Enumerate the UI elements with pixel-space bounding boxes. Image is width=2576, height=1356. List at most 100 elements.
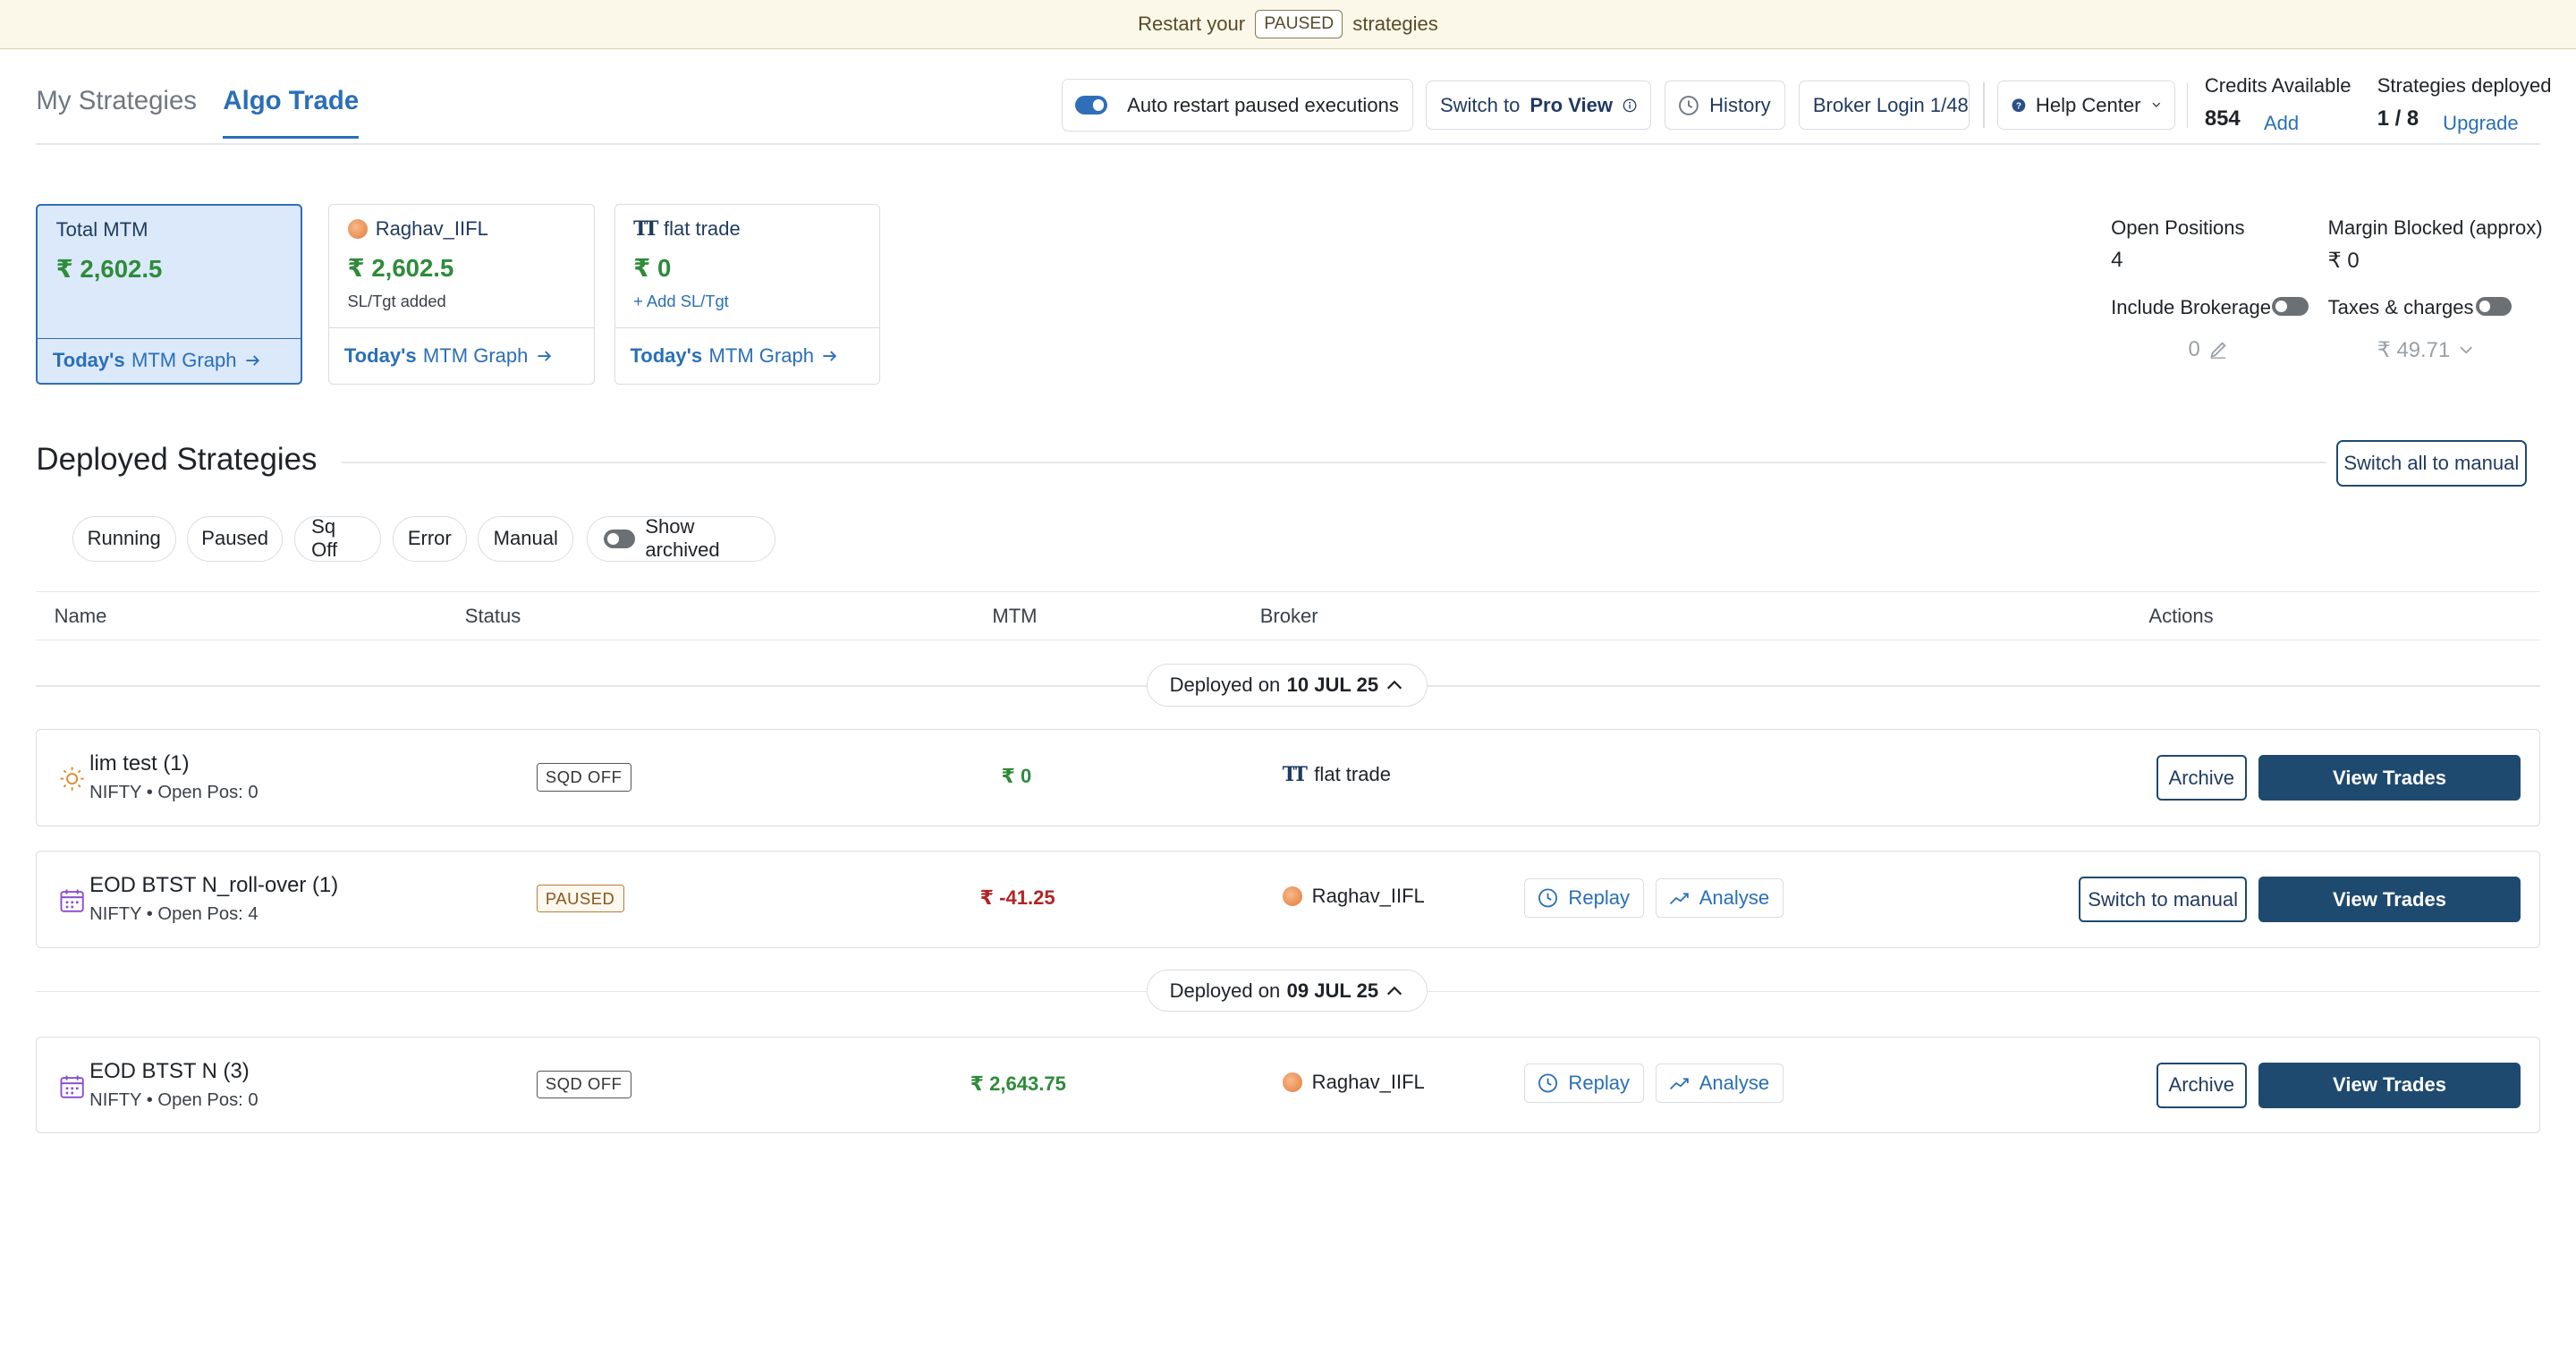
paused-badge[interactable]: PAUSED bbox=[1255, 10, 1343, 38]
broker-mtm-card[interactable]: Raghav_IIFL ₹ 2,602.5 SL/Tgt added Today… bbox=[328, 203, 595, 385]
tab-algo-trade[interactable]: Algo Trade bbox=[223, 86, 360, 139]
sl-tgt-status: SL/Tgt added bbox=[347, 292, 446, 311]
filter-running[interactable]: Running bbox=[72, 515, 176, 563]
todays-label: Today's bbox=[630, 344, 703, 368]
strategy-name[interactable]: EOD BTST N (3) bbox=[89, 1059, 250, 1084]
toggle-on-icon[interactable] bbox=[1075, 96, 1108, 114]
history-button[interactable]: History bbox=[1664, 80, 1786, 131]
strategies-deployed-value: 1 / 8 bbox=[2377, 106, 2419, 131]
mtm-value: ₹ 0 bbox=[1001, 765, 1032, 788]
taxes-charges-toggle[interactable] bbox=[2475, 297, 2512, 316]
margin-blocked-label: Margin Blocked (approx) bbox=[2327, 216, 2543, 240]
total-mtm-card[interactable]: Total MTM ₹ 2,602.5 Today's MTM Graph bbox=[36, 203, 302, 385]
card-amount: ₹ 2,602.5 bbox=[347, 253, 454, 282]
clock-icon bbox=[1538, 1073, 1558, 1093]
table-row[interactable]: EOD BTST N (3) NIFTY • Open Pos: 0 SQD O… bbox=[36, 1036, 2540, 1134]
upgrade-link[interactable]: Upgrade bbox=[2443, 112, 2519, 135]
analyse-button[interactable]: Analyse bbox=[1655, 877, 1784, 918]
switch-all-to-manual-button[interactable]: Switch all to manual bbox=[2335, 440, 2527, 487]
taxes-value[interactable]: ₹ 49.71 bbox=[2377, 337, 2475, 363]
chevron-up-icon bbox=[1387, 986, 1402, 995]
group-prefix: Deployed on bbox=[1169, 979, 1281, 1002]
table-row[interactable]: lim test (1) NIFTY • Open Pos: 0 SQD OFF… bbox=[36, 729, 2540, 826]
todays-label: Today's bbox=[343, 344, 417, 368]
view-trades-button[interactable]: View Trades bbox=[2258, 755, 2521, 801]
brokerage-amount: 0 bbox=[2188, 336, 2200, 361]
switch-pro-view-button[interactable]: Switch to Pro View bbox=[1426, 80, 1651, 131]
chevron-down-icon bbox=[2460, 346, 2473, 354]
edit-icon[interactable] bbox=[2208, 340, 2228, 360]
flat-trade-logo-icon: TT bbox=[1282, 763, 1308, 787]
archive-button[interactable]: Archive bbox=[2156, 1062, 2247, 1108]
broker-cell: Raghav_IIFL bbox=[1282, 885, 1425, 908]
auto-restart-toggle[interactable]: Auto restart paused executions bbox=[1061, 79, 1413, 131]
mtm-graph-label: MTM Graph bbox=[708, 344, 815, 368]
taxes-charges-label: Taxes & charges bbox=[2327, 295, 2474, 318]
deployed-date-group[interactable]: Deployed on 09 JUL 25 bbox=[1147, 969, 1428, 1013]
add-credits-link[interactable]: Add bbox=[2264, 112, 2299, 135]
trend-up-icon bbox=[1670, 893, 1689, 904]
strategy-name[interactable]: lim test (1) bbox=[89, 751, 189, 776]
todays-label: Today's bbox=[52, 349, 125, 372]
show-archived-toggle[interactable]: Show archived bbox=[586, 515, 775, 563]
svg-text:?: ? bbox=[2016, 101, 2021, 111]
mtm-value: ₹ 2,643.75 bbox=[970, 1072, 1066, 1095]
view-trades-button[interactable]: View Trades bbox=[2258, 876, 2521, 923]
calendar-icon bbox=[60, 889, 84, 912]
arrow-right-icon bbox=[538, 351, 551, 361]
help-center-button[interactable]: ? Help Center bbox=[1997, 80, 2175, 131]
calendar-icon bbox=[60, 1074, 84, 1098]
add-sl-tgt-link[interactable]: + Add SL/Tgt bbox=[633, 292, 729, 311]
replay-label: Replay bbox=[1568, 1072, 1630, 1095]
show-archived-label: Show archived bbox=[645, 515, 720, 562]
filter-paused[interactable]: Paused bbox=[187, 515, 283, 563]
filter-error[interactable]: Error bbox=[392, 515, 467, 563]
section-divider bbox=[342, 462, 2326, 463]
banner-prefix: Restart your bbox=[1138, 13, 1246, 36]
mtm-graph-link[interactable]: Today's MTM Graph bbox=[38, 338, 301, 383]
mtm-graph-label: MTM Graph bbox=[131, 349, 237, 372]
analyse-button[interactable]: Analyse bbox=[1655, 1064, 1784, 1104]
deployed-date-group[interactable]: Deployed on 10 JUL 25 bbox=[1147, 664, 1428, 707]
strategy-name[interactable]: EOD BTST N_roll-over (1) bbox=[89, 873, 338, 898]
include-brokerage-toggle[interactable] bbox=[2272, 297, 2309, 316]
chevron-up-icon bbox=[1387, 680, 1402, 690]
tabs-divider bbox=[36, 142, 2540, 145]
analyse-label: Analyse bbox=[1699, 1072, 1770, 1095]
broker-login-label: Broker Login 1/48 bbox=[1812, 93, 1969, 116]
group-date: 09 JUL 25 bbox=[1286, 979, 1379, 1002]
column-status: Status bbox=[464, 604, 521, 627]
replay-button[interactable]: Replay bbox=[1523, 1064, 1644, 1104]
replay-button[interactable]: Replay bbox=[1523, 877, 1644, 918]
mtm-graph-link[interactable]: Today's MTM Graph bbox=[614, 327, 880, 383]
broker-name: flat trade bbox=[1314, 763, 1392, 786]
mtm-graph-link[interactable]: Today's MTM Graph bbox=[329, 327, 594, 383]
info-icon[interactable] bbox=[1623, 95, 1637, 116]
strategy-meta: NIFTY • Open Pos: 4 bbox=[89, 904, 258, 925]
broker-login-button[interactable]: Broker Login 1/48 bbox=[1799, 80, 1970, 131]
table-row[interactable]: EOD BTST N_roll-over (1) NIFTY • Open Po… bbox=[36, 851, 2540, 948]
card-broker: Raghav_IIFL bbox=[347, 217, 488, 241]
filter-manual[interactable]: Manual bbox=[478, 515, 573, 563]
toggle-off-icon[interactable] bbox=[604, 530, 636, 548]
open-positions-label: Open Positions bbox=[2111, 216, 2245, 240]
filter-sq-off[interactable]: Sq Off bbox=[293, 515, 382, 563]
clock-icon bbox=[1538, 888, 1558, 908]
toolbar-divider bbox=[1982, 81, 1985, 129]
status-badge: SQD OFF bbox=[536, 1070, 631, 1099]
switch-to-manual-button[interactable]: Switch to manual bbox=[2079, 876, 2247, 923]
card-broker: TT flat trade bbox=[633, 217, 741, 241]
toolbar-divider bbox=[2186, 81, 2189, 129]
switch-to-label: Switch to bbox=[1439, 93, 1521, 116]
strategies-deployed-label: Strategies deployed bbox=[2377, 73, 2552, 97]
broker-name: Raghav_IIFL bbox=[1311, 1070, 1425, 1093]
margin-blocked-value: ₹ 0 bbox=[2327, 249, 2360, 274]
broker-mtm-card[interactable]: TT flat trade ₹ 0 + Add SL/Tgt Today's M… bbox=[614, 203, 881, 385]
main-tabs: My Strategies Algo Trade bbox=[36, 86, 360, 139]
help-icon: ? bbox=[2012, 98, 2026, 112]
archive-button[interactable]: Archive bbox=[2156, 755, 2247, 801]
tab-my-strategies[interactable]: My Strategies bbox=[36, 86, 197, 139]
pro-view-label: Pro View bbox=[1530, 93, 1613, 116]
view-trades-button[interactable]: View Trades bbox=[2258, 1062, 2521, 1108]
card-title: Total MTM bbox=[55, 218, 148, 242]
